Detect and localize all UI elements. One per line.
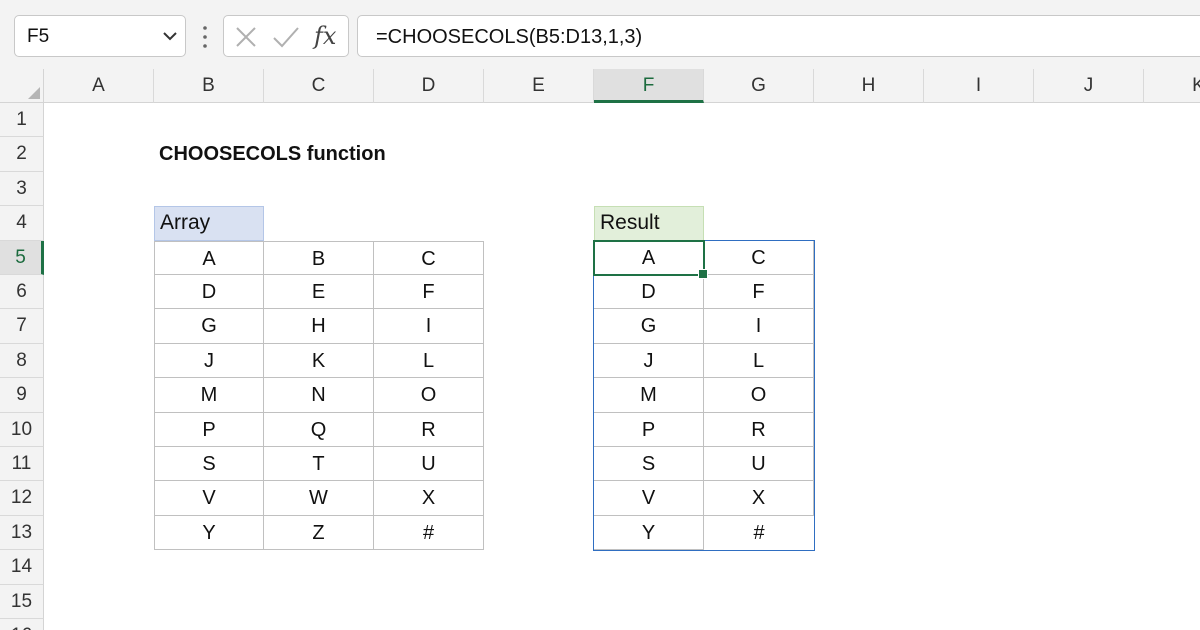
array-cell[interactable]: L [374,343,484,379]
column-header-b[interactable]: B [154,69,264,103]
array-cell[interactable]: D [154,275,264,310]
row-header-4[interactable]: 4 [0,206,44,241]
array-cell[interactable]: O [374,378,484,413]
row-header-16[interactable]: 16 [0,619,44,630]
result-cell[interactable]: D [594,275,704,310]
sheet-title: CHOOSECOLS function [159,143,386,166]
result-cell[interactable]: J [594,343,704,379]
row-header-9[interactable]: 9 [0,378,44,413]
more-vertical-icon[interactable] [199,24,211,50]
row-header-2[interactable]: 2 [0,137,44,172]
result-cell[interactable]: U [704,447,814,482]
row-header-7[interactable]: 7 [0,309,44,344]
result-cell[interactable]: G [594,309,704,344]
array-cell[interactable]: V [154,481,264,516]
column-header-i[interactable]: I [924,69,1034,103]
array-cell[interactable]: I [374,309,484,344]
select-all-icon[interactable] [28,87,40,99]
result-cell[interactable]: C [704,240,814,275]
formula-actions: fx [223,15,349,57]
cancel-icon[interactable] [234,25,258,49]
row-header-11[interactable]: 11 [0,447,44,482]
enter-check-icon[interactable] [272,25,300,49]
column-header-h[interactable]: H [814,69,924,103]
column-header-f[interactable]: F [594,69,704,103]
result-cell[interactable]: S [594,447,704,482]
result-cell[interactable]: O [704,378,814,413]
column-header-e[interactable]: E [484,69,594,103]
array-cell[interactable]: T [264,447,374,482]
array-cell[interactable]: Q [264,412,374,447]
array-cell[interactable]: U [374,447,484,482]
formula-input[interactable]: =CHOOSECOLS(B5:D13,1,3) [357,15,1200,57]
result-cell[interactable]: F [704,275,814,310]
row-header-6[interactable]: 6 [0,275,44,310]
row-header-8[interactable]: 8 [0,343,44,379]
insert-function-icon[interactable]: fx [314,22,336,50]
array-cell[interactable]: R [374,412,484,447]
name-box[interactable]: F5 [14,15,186,57]
column-header-a[interactable]: A [44,69,154,103]
array-cell[interactable]: # [374,515,484,551]
array-cell[interactable]: F [374,275,484,310]
array-cell[interactable]: Z [264,515,374,551]
column-header-d[interactable]: D [374,69,484,103]
column-header-c[interactable]: C [264,69,374,103]
result-cell[interactable]: M [594,378,704,413]
array-cell[interactable]: G [154,309,264,344]
column-header-k[interactable]: K [1144,69,1200,103]
array-cell[interactable]: C [374,240,484,275]
row-header-15[interactable]: 15 [0,584,44,619]
array-cell[interactable]: K [264,343,374,379]
result-cell[interactable]: I [704,309,814,344]
row-header-13[interactable]: 13 [0,515,44,551]
name-box-value[interactable]: F5 [27,26,49,48]
row-header-12[interactable]: 12 [0,481,44,516]
row-header-14[interactable]: 14 [0,550,44,585]
array-cell[interactable]: P [154,412,264,447]
array-cell[interactable]: X [374,481,484,516]
worksheet-grid[interactable]: ABCDEFGHIJK 12345678910111213141516 CHOO… [0,69,1200,630]
array-cell[interactable]: S [154,447,264,482]
array-cell[interactable]: H [264,309,374,344]
formula-text[interactable]: =CHOOSECOLS(B5:D13,1,3) [376,26,642,49]
result-cell[interactable]: X [704,481,814,516]
array-cell[interactable]: A [154,240,264,275]
row-header-10[interactable]: 10 [0,412,44,447]
chevron-down-icon[interactable] [161,29,179,43]
formula-bar: F5 fx =CHOOSECOLS(B5:D13,1,3) [0,0,1200,70]
active-cell-border[interactable] [593,239,705,276]
select-all-corner[interactable] [0,69,44,103]
result-cell[interactable]: L [704,343,814,379]
array-cell[interactable]: Y [154,515,264,551]
row-header-1[interactable]: 1 [0,103,44,138]
result-cell[interactable]: V [594,481,704,516]
row-header-3[interactable]: 3 [0,171,44,207]
column-header-j[interactable]: J [1034,69,1144,103]
result-cell[interactable]: P [594,412,704,447]
fill-handle[interactable] [698,269,708,279]
array-cell[interactable]: E [264,275,374,310]
array-cell[interactable]: W [264,481,374,516]
array-cell[interactable]: J [154,343,264,379]
array-cell[interactable]: N [264,378,374,413]
result-cell[interactable]: # [704,516,814,550]
result-label: Result [594,206,704,241]
result-cell[interactable]: R [704,412,814,447]
row-header-5[interactable]: 5 [0,240,44,275]
result-cell[interactable]: Y [594,515,704,551]
array-cell[interactable]: M [154,378,264,413]
array-cell[interactable]: B [264,240,374,275]
column-header-g[interactable]: G [704,69,814,103]
array-label: Array [154,206,264,241]
